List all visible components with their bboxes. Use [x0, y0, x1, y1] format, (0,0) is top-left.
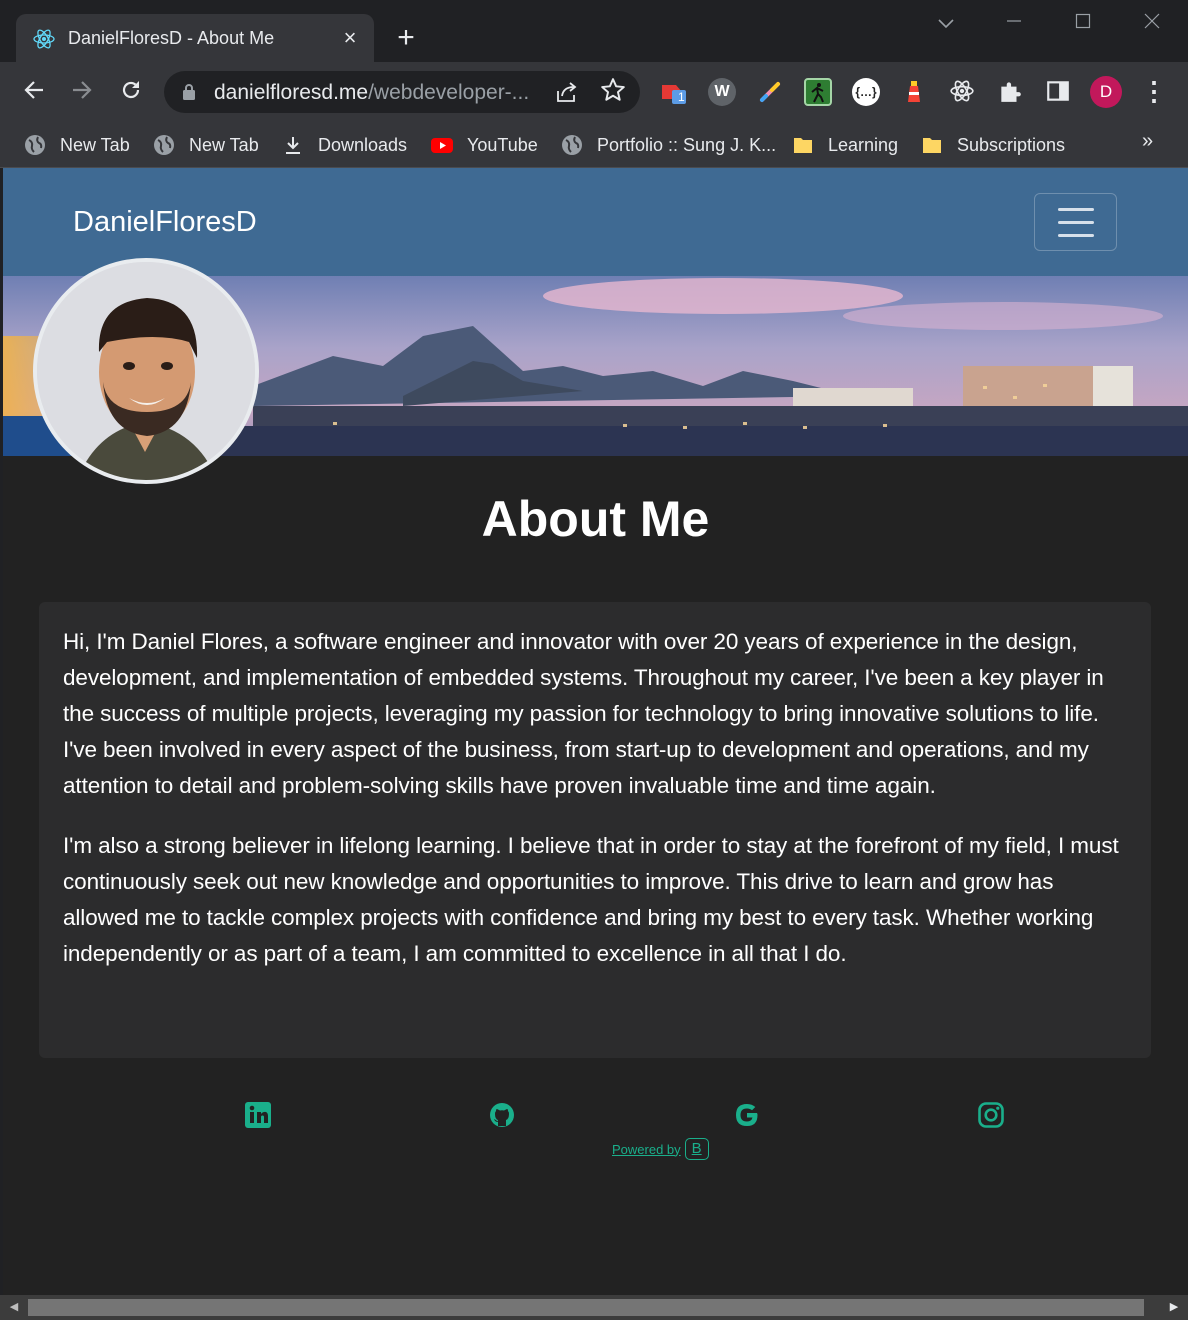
extension-json-icon[interactable]: {…}: [852, 78, 880, 106]
extension-brush-icon[interactable]: [756, 78, 784, 106]
tab-active[interactable]: DanielFloresD - About Me ×: [16, 14, 374, 62]
lock-icon[interactable]: [182, 83, 196, 101]
browser-menu-icon[interactable]: ⋮: [1140, 76, 1168, 108]
address-bar[interactable]: danielfloresd.me/webdeveloper-...: [164, 71, 640, 113]
powered-by-text: Powered by: [612, 1141, 681, 1157]
about-card: Hi, I'm Daniel Flores, a software engine…: [39, 602, 1151, 1058]
new-tab-button[interactable]: +: [392, 23, 420, 53]
github-icon[interactable]: [487, 1100, 517, 1130]
bookmark-label: New Tab: [189, 134, 259, 155]
bookmark-downloads[interactable]: Downloads: [282, 128, 407, 162]
profile-avatar-button[interactable]: D: [1090, 76, 1122, 108]
linkedin-icon[interactable]: [243, 1100, 273, 1130]
tab-close-icon[interactable]: ×: [338, 24, 362, 52]
about-paragraph: Hi, I'm Daniel Flores, a software engine…: [63, 629, 1104, 798]
extension-react-icon[interactable]: [948, 78, 976, 106]
bookmark-folder-subscriptions[interactable]: Subscriptions: [921, 128, 1065, 162]
extension-w-icon[interactable]: W: [708, 78, 736, 106]
scroll-right-arrow-icon[interactable]: ▶: [1166, 1299, 1182, 1316]
browser-window: DanielFloresD - About Me × + danielflore…: [0, 0, 1188, 1320]
tab-search-chevron-icon[interactable]: [926, 8, 966, 38]
close-window-button[interactable]: [1132, 8, 1172, 38]
share-icon[interactable]: [554, 79, 580, 105]
scrollbar-thumb[interactable]: [28, 1299, 1144, 1316]
profile-photo: [33, 258, 259, 484]
bookmark-label: Downloads: [318, 134, 408, 155]
side-panel-icon[interactable]: [1044, 78, 1072, 106]
url-path: /webdeveloper-...: [368, 81, 530, 104]
extension-runner-icon[interactable]: [804, 78, 832, 106]
hamburger-bar: [1058, 234, 1094, 237]
browser-toolbar: danielfloresd.me/webdeveloper-... 1 W {……: [0, 62, 1188, 122]
bookmark-label: YouTube: [467, 134, 538, 155]
folder-icon: [923, 138, 941, 153]
tab-strip: DanielFloresD - About Me × +: [0, 0, 1188, 62]
bookmark-label: Subscriptions: [957, 134, 1066, 155]
reload-button[interactable]: [115, 76, 147, 108]
hamburger-bar: [1058, 221, 1094, 224]
horizontal-scrollbar[interactable]: ◀ ▶: [0, 1295, 1188, 1320]
web-page: DanielFloresD About Me Hi, I'm Daniel Fl…: [3, 168, 1188, 1295]
site-brand-link[interactable]: DanielFloresD: [73, 206, 257, 239]
about-paragraph: I'm also a strong believer in lifelong l…: [63, 833, 1119, 966]
bookmark-label: Learning: [828, 134, 899, 155]
bookmark-new-tab-1[interactable]: New Tab: [24, 128, 130, 162]
url-host: danielfloresd.me: [214, 81, 369, 104]
minimize-button[interactable]: [994, 8, 1034, 38]
download-icon: [286, 137, 300, 154]
bookmarks-overflow-button[interactable]: »: [1142, 130, 1153, 153]
scroll-left-arrow-icon[interactable]: ◀: [6, 1299, 22, 1316]
globe-icon: [25, 135, 45, 155]
forward-button[interactable]: [66, 76, 98, 108]
extension-badge: 1: [678, 90, 685, 104]
bookmark-new-tab-2[interactable]: New Tab: [153, 128, 259, 162]
react-favicon-icon: [33, 29, 55, 49]
tab-title: DanielFloresD - About Me: [68, 28, 275, 48]
maximize-button[interactable]: [1063, 8, 1103, 38]
bookmark-youtube[interactable]: YouTube: [431, 128, 538, 162]
folder-icon: [794, 138, 812, 153]
globe-icon: [154, 135, 174, 155]
page-title: About Me: [481, 491, 710, 547]
site-navbar: DanielFloresD: [3, 168, 1188, 276]
bookmark-label: New Tab: [60, 134, 130, 155]
instagram-icon[interactable]: [976, 1100, 1006, 1130]
url-text[interactable]: danielfloresd.me/webdeveloper-...: [214, 81, 529, 105]
bookmark-portfolio[interactable]: Portfolio :: Sung J. K...: [561, 128, 776, 162]
bookmark-folder-learning[interactable]: Learning: [792, 128, 898, 162]
extension-tab-icon[interactable]: 1: [660, 78, 688, 106]
extensions-puzzle-icon[interactable]: [996, 78, 1024, 106]
extension-lighthouse-icon[interactable]: [900, 78, 928, 106]
hamburger-bar: [1058, 208, 1094, 211]
bootstrap-logo-icon: B: [684, 1138, 709, 1160]
youtube-icon: [431, 138, 453, 153]
back-button[interactable]: [18, 76, 50, 108]
powered-by-link[interactable]: Powered by B: [612, 1138, 709, 1160]
navbar-toggle-button[interactable]: [1034, 193, 1117, 251]
bookmarks-bar: New Tab New Tab Downloads YouTube Portfo…: [0, 122, 1188, 168]
bookmark-label: Portfolio :: Sung J. K...: [597, 134, 777, 155]
globe-icon: [562, 135, 582, 155]
bookmark-star-icon[interactable]: [600, 77, 626, 103]
google-icon[interactable]: [732, 1100, 762, 1130]
